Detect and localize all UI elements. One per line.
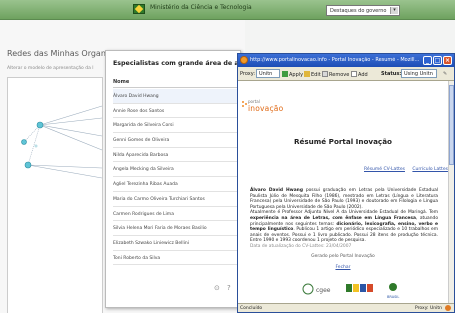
cgee-logo-text: cgee	[316, 287, 331, 294]
expert-row[interactable]: Angela Mecking da Silveira	[113, 162, 237, 178]
expert-row[interactable]: Toni Roberto da Silva	[113, 251, 237, 266]
expert-row[interactable]: Maria do Carmo Oliveira Turchiari Santos	[113, 192, 237, 207]
expert-row[interactable]: Agliel Terezinha Ribas Auada	[113, 177, 237, 192]
scrollbar-thumb[interactable]	[449, 85, 454, 165]
brazil-flag-icon	[133, 4, 145, 14]
column-header-name[interactable]: Nome	[113, 76, 237, 88]
status-value-text: Using Unitn	[404, 71, 433, 77]
expert-row[interactable]: Annie Rose dos Santos	[113, 104, 237, 119]
maximize-button[interactable]: □	[433, 56, 442, 65]
gov-select-value: Destaques do governo	[330, 8, 387, 14]
network-graph[interactable]	[7, 77, 103, 313]
refresh-icon[interactable]: ⊙	[214, 284, 220, 292]
gov-logo-text: BRASIL	[387, 295, 399, 299]
expert-row[interactable]: Margarida de Silveira Corsi	[113, 118, 237, 134]
bio-bold-1: experiência na área de Letras, com ênfas…	[250, 215, 416, 221]
status-left: Concluído	[240, 306, 263, 311]
browser-window: http://www.portalinovacao.info - Portal …	[237, 53, 455, 313]
cnpq-logo	[346, 284, 373, 292]
remove-label: Remove	[329, 72, 350, 78]
cgee-emblem-icon	[302, 283, 314, 295]
experts-list: Álvaro David Hwang Annie Rose dos Santos M…	[113, 89, 237, 266]
expert-row[interactable]: Nilda Aparecida Barbosa	[113, 148, 237, 163]
close-link[interactable]: Fechar	[238, 265, 448, 270]
proxy-toolbar: Proxy: Unitn Apply Edit Remove Add Statu…	[238, 67, 454, 81]
window-title: http://www.portalinovacao.info - Portal …	[250, 57, 420, 63]
pencil-icon	[304, 71, 310, 77]
status-value: Using Unitn	[401, 69, 437, 78]
logo-big-text: inovação	[248, 104, 284, 113]
experts-popup: Especialistas com grande área de atuaç N…	[105, 50, 254, 308]
logo-dots-icon	[242, 101, 247, 108]
expert-row[interactable]: Carmen Rodrigues de Lima	[113, 207, 237, 222]
edit-button[interactable]: Edit	[304, 71, 321, 78]
close-button[interactable]: ×	[443, 56, 452, 65]
gov-highlights-select[interactable]: Destaques do governo ▾	[326, 5, 400, 16]
firefox-status-icon	[445, 305, 451, 311]
add-button[interactable]: Add	[351, 71, 368, 78]
page-content: portal inovação Résumé Portal Inovação R…	[238, 81, 448, 303]
resume-links: Résumé CV-Lattes Currículo Lattes	[358, 167, 448, 172]
remove-button[interactable]: Remove	[322, 71, 349, 78]
partner-logos: cgee BRASIL	[302, 283, 399, 299]
experts-heading: Especialistas com grande área de atuaç	[113, 60, 255, 67]
check-icon	[282, 71, 288, 77]
expert-row[interactable]: Elizabeth Szwako Liniewicz Bellini	[113, 236, 237, 251]
graph-node[interactable]	[21, 139, 27, 145]
add-icon	[351, 71, 357, 77]
resume-cv-lattes-link[interactable]: Résumé CV-Lattes	[364, 167, 405, 172]
person-name: Álvaro David Hwang	[250, 188, 303, 193]
chevron-down-icon[interactable]: ▾	[390, 7, 398, 14]
update-date: Data de atualização do CV-Lattes: 23/04/…	[250, 243, 352, 249]
alter-model-link[interactable]: Alterar o modelo de apresentação da l	[7, 66, 94, 71]
edit-label: Edit	[311, 72, 321, 78]
expert-row[interactable]: Silvia Helena Mori Faria de Moraes Basil…	[113, 221, 237, 236]
apply-button[interactable]: Apply	[282, 71, 303, 78]
browser-title-bar[interactable]: http://www.portalinovacao.info - Portal …	[238, 54, 454, 67]
help-icon[interactable]: ?	[227, 284, 231, 292]
settings-icon[interactable]: ✎	[443, 71, 447, 77]
apply-label: Apply	[289, 72, 304, 78]
bio-text-2: Atualmente é Professor Adjunto Nível A d…	[250, 210, 438, 216]
list-tools: ⊙ ?	[210, 284, 238, 296]
screen: Ministério da Ciência e Tecnologia Desta…	[0, 0, 455, 313]
page-scrollbar[interactable]	[448, 81, 454, 303]
graph-node[interactable]	[36, 121, 44, 129]
status-right: Proxy: Unitn	[415, 306, 442, 311]
network-graph-drawing	[21, 105, 103, 179]
graph-node[interactable]	[24, 161, 32, 169]
resume-text: Álvaro David Hwang possui graduação em L…	[250, 188, 438, 250]
firefox-icon	[240, 56, 248, 64]
ministry-name[interactable]: Ministério da Ciência e Tecnologia	[150, 4, 252, 11]
portal-inovacao-logo: portal inovação	[242, 99, 284, 113]
expert-row[interactable]: Álvaro David Hwang	[113, 89, 237, 104]
remove-icon	[322, 71, 328, 77]
gov-logo: BRASIL	[387, 283, 399, 299]
resume-title: Résumé Portal Inovação	[294, 137, 392, 146]
add-label: Add	[358, 72, 368, 78]
graph-node[interactable]	[34, 144, 38, 148]
proxy-label: Proxy:	[240, 71, 256, 77]
browser-status-bar: Concluído Proxy: Unitn	[238, 303, 454, 312]
minimize-button[interactable]: _	[423, 56, 432, 65]
proxy-select-value: Unitn	[259, 71, 273, 77]
generated-by: Gerado pelo Portal Inovação	[311, 254, 375, 259]
curriculo-lattes-link[interactable]: Currículo Lattes	[412, 167, 448, 172]
expert-row[interactable]: Genni Gomes de Oliveira	[113, 133, 237, 148]
ministry-bar: Ministério da Ciência e Tecnologia Desta…	[0, 0, 455, 20]
status-label: Status:	[381, 71, 402, 77]
proxy-select[interactable]: Unitn	[256, 69, 280, 78]
